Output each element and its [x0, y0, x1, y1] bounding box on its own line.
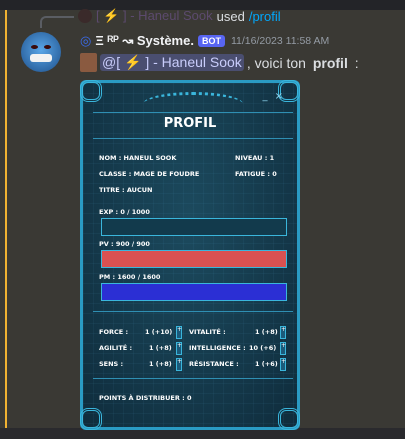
- window-controls[interactable]: _ ×: [262, 91, 285, 102]
- increase-sens-button[interactable]: +: [176, 358, 182, 371]
- fatigue: FATIGUE : 0: [235, 170, 277, 178]
- swirl-icon: ◎: [80, 33, 92, 48]
- reply-user[interactable]: [ ⚡ ] - Haneul Sook: [96, 8, 213, 24]
- stat-name: FORCE :: [99, 328, 129, 336]
- avatar-eye: [31, 45, 38, 49]
- message-end: :: [350, 54, 359, 71]
- divider: [93, 112, 293, 113]
- exp-bar: [101, 218, 287, 236]
- avatar-mouth: [30, 54, 52, 62]
- pm-bar: [101, 283, 287, 301]
- divider: [93, 378, 293, 379]
- divider: [93, 311, 293, 312]
- stat-name: RÉSISTANCE :: [189, 360, 239, 368]
- bot-badge: BOT: [197, 35, 225, 47]
- stat-name: SENS :: [99, 360, 124, 368]
- profile-card: _ × PROFIL NOM : HANEUL SOOK NIVEAU : 1 …: [80, 80, 300, 430]
- message-text: , voici ton: [246, 54, 310, 71]
- pv-bar: [101, 250, 287, 268]
- stat-value: 1 (+6): [255, 360, 278, 368]
- corner-ornament: [80, 408, 102, 430]
- user-mention[interactable]: @[ ⚡ ] - Haneul Sook: [100, 54, 244, 71]
- mention-indicator: [5, 10, 7, 428]
- increase-intelligence-button[interactable]: +: [280, 342, 286, 355]
- reply-spine: [40, 16, 74, 28]
- increase-force-button[interactable]: +: [176, 326, 182, 339]
- card-title: PROFIL: [163, 116, 217, 131]
- pm-label: PM : 1600 / 1600: [99, 273, 161, 281]
- message-bold: profil: [312, 54, 348, 71]
- increase-vitalite-button[interactable]: +: [280, 326, 286, 339]
- nom: NOM : HANEUL SOOK: [99, 154, 177, 162]
- pv-label: PV : 900 / 900: [99, 240, 150, 248]
- stat-value: 1 (+8): [149, 344, 172, 352]
- reply-command[interactable]: /profil: [249, 9, 281, 24]
- mention-avatar: [80, 53, 97, 72]
- author-name[interactable]: Ξ ᴿᴾ ↝ Système.: [95, 33, 194, 49]
- reply-action: used: [216, 8, 245, 24]
- corner-ornament: [80, 80, 102, 102]
- message-header: ◎ Ξ ᴿᴾ ↝ Système. BOT 11/16/2023 11:58 A…: [80, 33, 329, 49]
- divider: [93, 138, 293, 139]
- niveau: NIVEAU : 1: [235, 154, 275, 162]
- stat-name: AGILITÉ :: [99, 344, 133, 352]
- avatar-eye: [44, 45, 51, 49]
- classe: CLASSE : MAGE DE FOUDRE: [99, 170, 200, 178]
- stat-value: 1 (+8): [149, 360, 172, 368]
- increase-agilite-button[interactable]: +: [176, 342, 182, 355]
- increase-resistance-button[interactable]: +: [280, 358, 286, 371]
- reply-avatar: [78, 9, 92, 23]
- avatar[interactable]: [21, 32, 61, 72]
- timestamp: 11/16/2023 11:58 AM: [230, 35, 330, 47]
- reply-context[interactable]: [ ⚡ ] - Haneul Sook used /profil: [78, 8, 281, 24]
- titre: TITRE : AUCUN: [99, 186, 153, 194]
- corner-ornament: [278, 408, 300, 430]
- stat-name: INTELLIGENCE :: [189, 344, 246, 352]
- stat-value: 10 (+6): [249, 344, 277, 352]
- exp-label: EXP : 0 / 1000: [99, 208, 150, 216]
- points-to-distribute: POINTS À DISTRIBUER : 0: [99, 394, 192, 402]
- stat-name: VITALITÉ :: [189, 328, 226, 336]
- stat-value: 1 (+8): [255, 328, 278, 336]
- stat-value: 1 (+10): [145, 328, 173, 336]
- message-content: @[ ⚡ ] - Haneul Sook, voici ton profil :: [80, 53, 359, 72]
